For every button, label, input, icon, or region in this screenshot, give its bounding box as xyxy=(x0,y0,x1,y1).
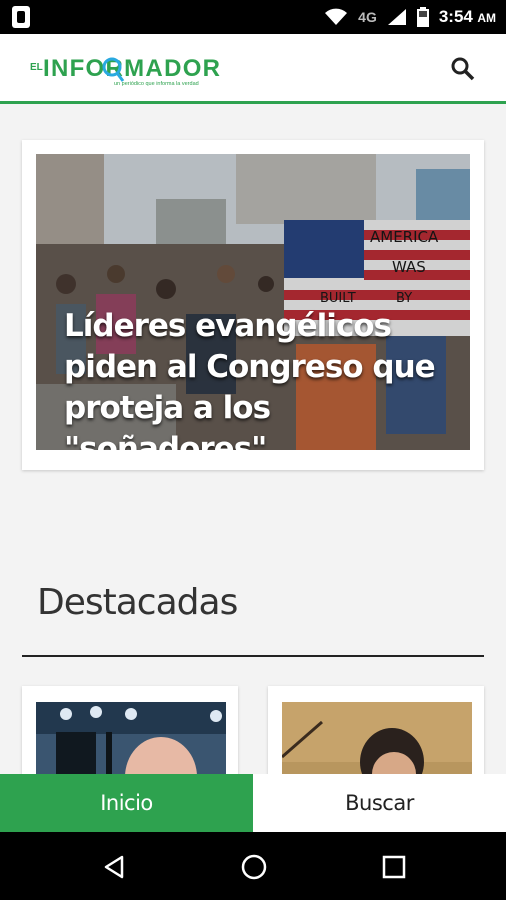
back-icon[interactable] xyxy=(102,854,126,880)
clock-time: 3:54 xyxy=(438,7,473,26)
hero-article-card[interactable]: AMERICA WAS BUILT BY Líderes evangélicos… xyxy=(22,140,484,470)
status-bar: 4G 3:54 AM xyxy=(0,0,506,34)
wifi-icon xyxy=(325,8,348,25)
main-content[interactable]: AMERICA WAS BUILT BY Líderes evangélicos… xyxy=(0,104,506,774)
musician-photo xyxy=(282,702,472,774)
section-title: Destacadas xyxy=(37,582,238,623)
logo-mark: EL INFORMADOR un periódico que informa l… xyxy=(30,55,220,87)
logo-el: EL xyxy=(30,62,43,73)
network-type: 4G xyxy=(358,9,377,25)
featured-article-image-2[interactable] xyxy=(282,702,472,774)
search-button[interactable] xyxy=(450,56,476,82)
man-photo xyxy=(36,702,226,774)
home-icon[interactable] xyxy=(240,853,268,881)
logo[interactable]: EL INFORMADOR un periódico que informa l… xyxy=(30,48,230,88)
battery-icon xyxy=(416,7,429,27)
search-icon xyxy=(451,57,475,81)
featured-article-card-1[interactable] xyxy=(22,686,238,774)
tab-buscar[interactable]: Buscar xyxy=(253,774,506,832)
section-divider xyxy=(22,655,484,657)
system-navigation-bar xyxy=(0,832,506,900)
tab-inicio[interactable]: Inicio xyxy=(0,774,253,832)
notification-icon xyxy=(12,6,30,28)
hero-article-title[interactable]: Líderes evangélicos piden al Congreso qu… xyxy=(64,306,454,450)
logo-tagline: un periódico que informa la verdad xyxy=(114,81,199,87)
recents-icon[interactable] xyxy=(382,855,406,879)
featured-article-image-1[interactable] xyxy=(36,702,226,774)
hero-article-image[interactable]: AMERICA WAS BUILT BY Líderes evangélicos… xyxy=(36,154,470,450)
bottom-navigation: Inicio Buscar xyxy=(0,774,506,832)
logo-name: INFORMADOR xyxy=(43,55,220,82)
signal-icon xyxy=(387,9,406,25)
app-header: EL INFORMADOR un periódico que informa l… xyxy=(0,34,506,104)
featured-article-card-2[interactable] xyxy=(268,686,484,774)
clock-ampm: AM xyxy=(477,11,496,25)
